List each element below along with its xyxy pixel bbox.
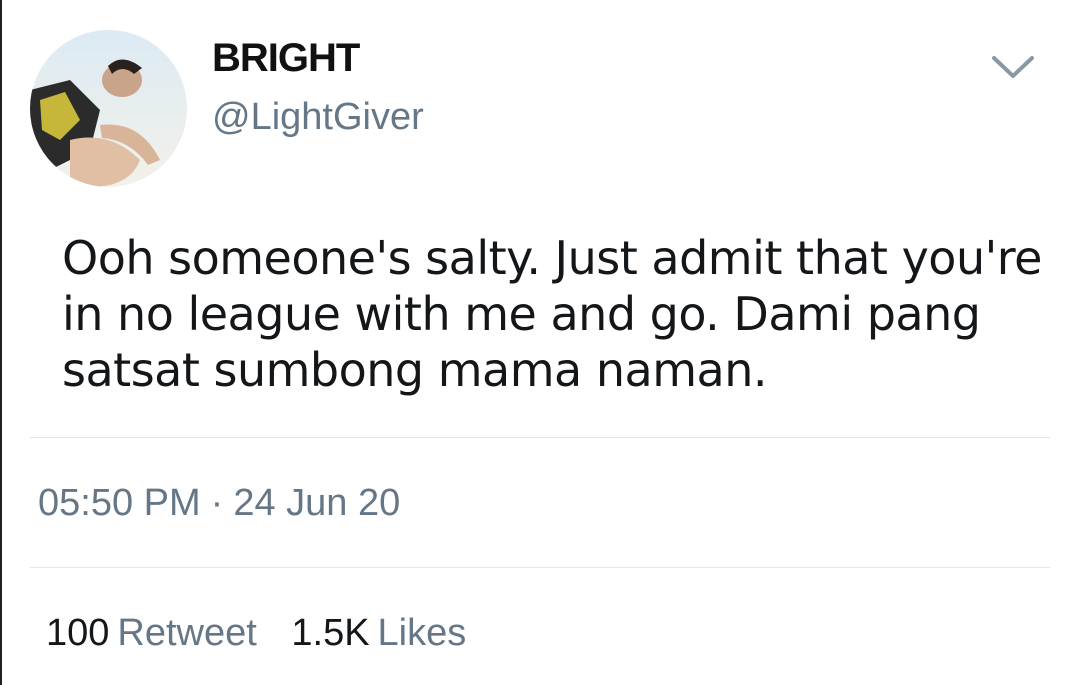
tweet-stats: 100 Retweet 1.5K Likes bbox=[46, 612, 490, 655]
tweet-text: Ooh someone's salty. Just admit that you… bbox=[62, 231, 1042, 397]
retweets-count: 100 bbox=[46, 612, 110, 654]
retweets-stat[interactable]: 100 Retweet bbox=[46, 612, 257, 654]
tweet-timestamp[interactable]: 05:50 PM · 24 Jun 20 bbox=[38, 482, 400, 525]
separator-dot: · bbox=[210, 482, 224, 524]
likes-count: 1.5K bbox=[291, 612, 370, 654]
tweet-time: 05:50 PM bbox=[38, 482, 201, 524]
display-name[interactable]: BRIGHT bbox=[212, 36, 360, 81]
window-edge bbox=[0, 0, 2, 685]
chevron-down-icon[interactable] bbox=[990, 50, 1036, 84]
divider bbox=[30, 437, 1050, 438]
likes-label: Likes bbox=[377, 612, 467, 654]
user-handle[interactable]: @LightGiver bbox=[212, 96, 424, 139]
likes-stat[interactable]: 1.5K Likes bbox=[291, 612, 466, 654]
retweets-label: Retweet bbox=[117, 612, 257, 654]
avatar[interactable] bbox=[30, 30, 187, 187]
tweet-date: 24 Jun 20 bbox=[233, 482, 401, 524]
divider bbox=[30, 567, 1050, 568]
